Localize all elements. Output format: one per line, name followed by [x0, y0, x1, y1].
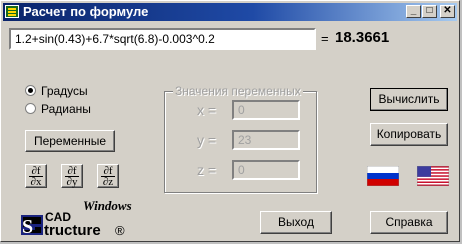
- calculate-button[interactable]: Вычислить: [370, 88, 448, 111]
- variables-group-title: Значения переменных: [173, 84, 303, 98]
- radio-checked-icon: [25, 85, 36, 96]
- formula-window: Расчет по формуле _ □ ✕ 1.2+sin(0.43)+6.…: [0, 0, 460, 242]
- minimize-button[interactable]: _: [406, 5, 421, 18]
- deriv-y-den: ∂y: [66, 176, 78, 188]
- var-x-label: x =: [197, 102, 217, 118]
- var-y-label: y =: [197, 132, 217, 148]
- equals-sign: =: [321, 31, 329, 46]
- radio-radians-label: Радианы: [41, 102, 91, 116]
- copy-button[interactable]: Копировать: [370, 123, 448, 146]
- radio-radians[interactable]: Радианы: [25, 102, 91, 116]
- exit-button[interactable]: Выход: [260, 211, 332, 234]
- var-x-input[interactable]: 0: [232, 100, 300, 120]
- variables-button[interactable]: Переменные: [25, 130, 115, 152]
- deriv-x-button[interactable]: ∂f ∂x: [25, 164, 47, 188]
- result-value: 18.3661: [335, 29, 390, 46]
- logo-initial: S: [22, 216, 33, 238]
- logo-structure-text: tructure: [44, 222, 101, 239]
- radio-degrees-label: Градусы: [41, 84, 88, 98]
- cad-structure-logo: Windows S CAD tructure ®: [21, 198, 132, 239]
- window-title: Расчет по формуле: [23, 4, 149, 19]
- var-z-input[interactable]: 0: [232, 160, 300, 180]
- help-button[interactable]: Справка: [370, 211, 448, 234]
- maximize-button[interactable]: □: [422, 5, 437, 18]
- russian-flag-icon[interactable]: [367, 166, 399, 186]
- logo-registered-mark: ®: [115, 223, 125, 238]
- radio-degrees[interactable]: Градусы: [25, 84, 88, 98]
- deriv-z-button[interactable]: ∂f ∂z: [97, 164, 119, 188]
- title-bar[interactable]: Расчет по формуле _ □ ✕: [3, 3, 457, 21]
- us-flag-icon[interactable]: [417, 166, 449, 186]
- logo-windows-text: Windows: [83, 198, 132, 213]
- close-button[interactable]: ✕: [440, 5, 455, 18]
- app-icon: [5, 5, 19, 18]
- deriv-y-button[interactable]: ∂f ∂y: [61, 164, 83, 188]
- var-z-label: z =: [197, 162, 217, 178]
- formula-input[interactable]: 1.2+sin(0.43)+6.7*sqrt(6.8)-0.003^0.2: [9, 28, 316, 50]
- deriv-z-den: ∂z: [102, 176, 114, 188]
- deriv-x-den: ∂x: [30, 176, 42, 188]
- radio-unchecked-icon: [25, 103, 36, 114]
- var-y-input[interactable]: 23: [232, 130, 300, 150]
